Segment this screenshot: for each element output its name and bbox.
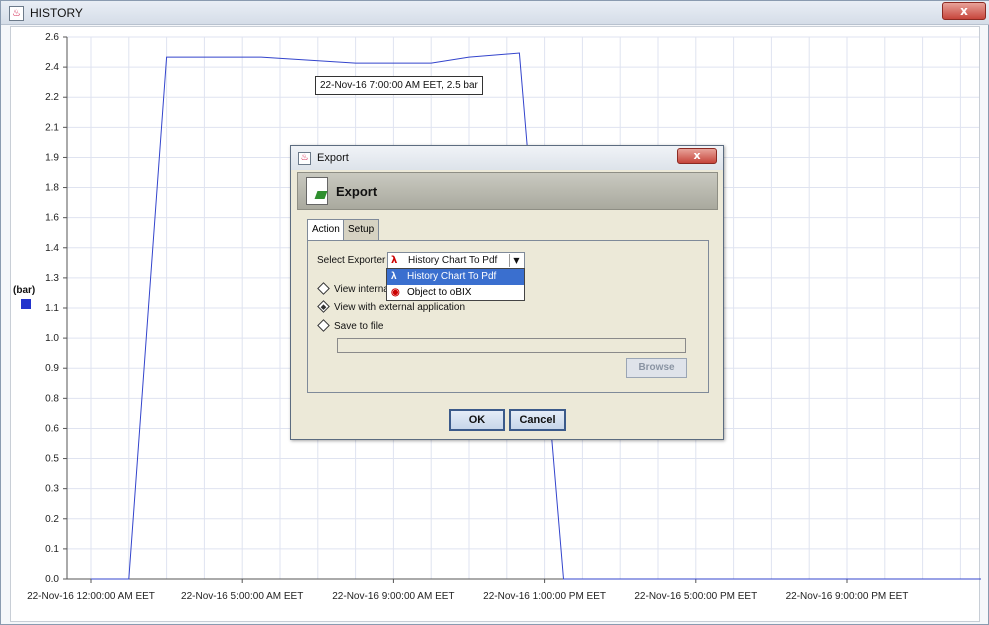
dialog-title: Export (317, 152, 349, 164)
exporter-select-value: History Chart To Pdf (408, 255, 498, 266)
y-tick-label: 1.3 (45, 273, 59, 284)
window-title: HISTORY (30, 6, 83, 20)
dropdown-option-label: Object to oBIX (407, 287, 472, 298)
ok-button[interactable]: OK (449, 409, 505, 431)
x-tick-label: 22-Nov-16 5:00:00 AM EET (181, 591, 303, 602)
y-tick-label: 2.4 (45, 62, 59, 73)
y-tick-label: 0.9 (45, 363, 59, 374)
window-titlebar: ♨ HISTORY x (1, 1, 989, 25)
chevron-down-icon[interactable]: ▼ (509, 254, 523, 267)
y-tick-label: 1.1 (45, 303, 59, 314)
radio-save-to-file-label: Save to file (334, 321, 384, 332)
y-tick-label: 1.0 (45, 333, 59, 344)
x-tick-label: 22-Nov-16 9:00:00 AM EET (332, 591, 454, 602)
y-tick-label: 1.6 (45, 213, 59, 224)
radio-diamond-icon[interactable] (317, 282, 330, 295)
dialog-close-button[interactable]: x (677, 148, 717, 164)
select-exporter-label: Select Exporter (317, 255, 386, 266)
y-tick-label: 0.0 (45, 574, 59, 585)
dropdown-option-label: History Chart To Pdf (407, 271, 497, 282)
java-app-icon: ♨ (9, 6, 24, 21)
y-tick-label: 0.8 (45, 393, 59, 404)
y-tick-label: 0.1 (45, 544, 59, 555)
cancel-button[interactable]: Cancel (509, 409, 566, 431)
exporter-select[interactable]: λ History Chart To Pdf ▼ (387, 252, 525, 269)
series-legend-swatch (21, 299, 31, 309)
dropdown-option-obix[interactable]: ◉ Object to oBIX (387, 285, 524, 301)
y-tick-label: 2.1 (45, 122, 59, 133)
x-tick-label: 22-Nov-16 1:00:00 PM EET (483, 591, 606, 602)
radio-diamond-checked-icon[interactable] (317, 300, 330, 313)
radio-view-internal-label: View interna (334, 284, 389, 295)
y-tick-label: 2.2 (45, 92, 59, 103)
dialog-header-title: Export (336, 184, 378, 199)
dialog-header: Export (297, 172, 718, 210)
obix-icon: ◉ (391, 287, 400, 298)
y-axis-unit-label: (bar) (13, 285, 36, 296)
exporter-dropdown-list: λ History Chart To Pdf ◉ Object to oBIX (386, 268, 525, 301)
tab-action[interactable]: Action (307, 219, 345, 240)
radio-diamond-icon[interactable] (317, 319, 330, 332)
dropdown-option-pdf[interactable]: λ History Chart To Pdf (387, 269, 524, 285)
radio-view-external-label: View with external application (334, 302, 466, 313)
browse-button[interactable]: Browse (626, 358, 687, 378)
y-tick-label: 1.4 (45, 243, 59, 254)
y-tick-label: 1.8 (45, 183, 59, 194)
y-tick-label: 0.6 (45, 423, 59, 434)
y-tick-label: 0.3 (45, 484, 59, 495)
radio-save-to-file[interactable]: Save to file (317, 319, 384, 332)
export-document-icon (306, 177, 328, 205)
pdf-icon: λ (391, 255, 398, 266)
file-path-field[interactable] (337, 338, 686, 353)
window-close-button[interactable]: x (942, 2, 986, 20)
x-tick-label: 22-Nov-16 9:00:00 PM EET (786, 591, 909, 602)
x-tick-label: 22-Nov-16 5:00:00 PM EET (634, 591, 757, 602)
x-tick-label: 22-Nov-16 12:00:00 AM EET (27, 591, 155, 602)
y-tick-label: 1.9 (45, 152, 59, 163)
radio-view-external[interactable]: View with external application (317, 300, 466, 313)
y-tick-label: 0.5 (45, 454, 59, 465)
dialog-titlebar: ♨ Export x (291, 146, 723, 170)
y-tick-label: 2.6 (45, 32, 59, 43)
radio-view-internal[interactable]: View interna (317, 282, 389, 295)
pdf-icon: λ (391, 271, 397, 282)
tab-setup[interactable]: Setup (343, 219, 380, 240)
y-tick-label: 0.2 (45, 514, 59, 525)
java-app-icon: ♨ (298, 152, 311, 165)
chart-tooltip: 22-Nov-16 7:00:00 AM EET, 2.5 bar (315, 76, 483, 95)
